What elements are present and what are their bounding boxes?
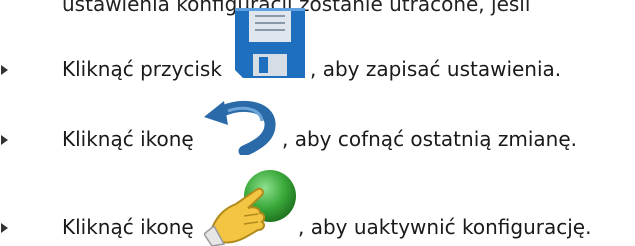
step-text-before: Kliknąć ikonę	[62, 215, 194, 239]
undo-icon[interactable]	[200, 95, 280, 155]
bullet-marker	[1, 135, 8, 145]
step-text-before: Kliknąć ikonę	[62, 127, 194, 151]
activate-icon[interactable]	[204, 168, 300, 246]
step-text-after: , aby zapisać ustawienia.	[310, 57, 562, 81]
save-icon[interactable]	[229, 2, 311, 84]
step-text-after: , aby cofnąć ostatnią zmianę.	[282, 127, 577, 151]
step-text-before: Kliknąć przycisk	[62, 57, 222, 81]
step-text-after: , aby uaktywnić konfigurację.	[298, 215, 592, 239]
bullet-marker	[1, 65, 8, 75]
bullet-marker	[1, 223, 8, 233]
